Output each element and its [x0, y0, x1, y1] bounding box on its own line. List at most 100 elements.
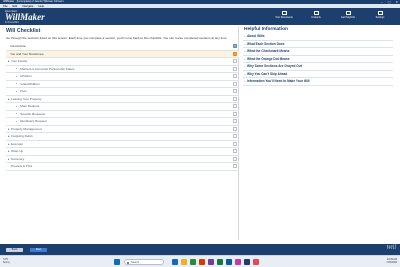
checklist-item-married-or-domestic-partnership-status[interactable]: Married or Domestic Partnership Status	[6, 66, 239, 73]
bullet-icon	[16, 105, 18, 107]
checklist-item-specific-requests[interactable]: Specific Requests	[6, 111, 239, 118]
checklist-label: Your Family	[11, 59, 28, 64]
taskbar-app-icon[interactable]	[172, 258, 178, 265]
help-item-information-you-ll-need-to-make-your-will[interactable]: › Information You'll Need to Make Your Wi…	[243, 78, 393, 86]
help-item-what-the-checkmark-means[interactable]: › What the Checkmark Means	[243, 48, 393, 56]
checklist-label: Pets	[20, 89, 27, 94]
checklist-item-grandchildren[interactable]: Grandchildren	[6, 81, 239, 88]
checklist-label: Leaving Your Property	[11, 96, 42, 101]
helpful-information-panel: Helpful Information › About Wills › What Ea…	[243, 27, 393, 127]
contacts-icon	[313, 11, 319, 15]
help-item-why-you-can-t-skip-ahead[interactable]: › Why You Can't Skip Ahead	[243, 71, 393, 78]
help-item-what-the-orange-dot-means[interactable]: › What the Orange Dot Means	[243, 56, 393, 63]
status-box-icon	[233, 134, 237, 139]
help-item-what-each-section-does[interactable]: › What Each Section Does	[243, 41, 393, 48]
taskbar-app-icon[interactable]	[235, 258, 241, 265]
help-item-why-some-sections-are-grayed-out[interactable]: › Why Some Sections Are Grayed Out	[243, 63, 393, 71]
help-item-about-wills[interactable]: › About Wills	[243, 33, 393, 41]
app-logo: Quicken WillMaker & Trust 2024	[5, 9, 55, 24]
contacts-button[interactable]: Contacts	[302, 10, 330, 22]
checklist-label: Grandchildren	[20, 81, 40, 86]
checklist-label: You and Your Residence	[10, 51, 44, 56]
checkmark-icon	[233, 44, 237, 49]
logo-line3: & Trust 2024	[5, 21, 19, 24]
status-box-icon	[233, 89, 237, 94]
taskbar-app-icon[interactable]	[208, 258, 214, 265]
next-button[interactable]: Next	[30, 247, 47, 252]
status-box-icon	[233, 81, 237, 86]
bullet-icon	[16, 120, 18, 122]
checklist-item-wrap-up[interactable]: ▸ Wrap Up	[6, 148, 239, 156]
bullet-icon	[16, 68, 18, 70]
taskbar-app-icon[interactable]	[244, 258, 250, 265]
checklist-item-executor[interactable]: ▸ Executor	[6, 141, 239, 148]
app-header: Quicken WillMaker & Trust 2024 Your Docu…	[0, 8, 400, 25]
side-title: Helpful Information	[244, 27, 288, 32]
footer-watermark: Will	[386, 245, 396, 251]
status-box-icon	[233, 111, 237, 116]
intro-text: Go through the sections listed on this s…	[6, 36, 228, 40]
help-item-label: About Wills	[247, 34, 265, 39]
checklist-label: Specific Requests	[20, 111, 46, 116]
taskbar-app-icon[interactable]	[226, 258, 232, 265]
status-box-icon	[233, 141, 237, 146]
system-tray-clock[interactable]: 10:29 AM 7/24/2024	[386, 258, 397, 265]
checklist-label: Executor	[11, 141, 24, 146]
help-item-label: What the Orange Dot Means	[247, 56, 290, 61]
checklist-item-residuary-request[interactable]: Residuary Request	[6, 118, 239, 126]
checklist-label: Summary	[11, 156, 25, 161]
checklist-label: Main Request	[20, 104, 40, 109]
will-checklist: Introduction You and Your Residence ▸ Your …	[6, 43, 239, 171]
checklist-item-forgiving-debts[interactable]: ▸ Forgiving Debts	[6, 133, 239, 141]
get-help-info-button[interactable]: Get Help/Info	[334, 10, 362, 22]
checklist-label: Forgiving Debts	[11, 134, 33, 139]
status-box-icon	[233, 59, 237, 64]
checklist-item-your-family[interactable]: ▸ Your Family	[6, 58, 239, 66]
logo-line2: WillMaker	[5, 12, 45, 22]
status-box-icon	[233, 74, 237, 79]
checklist-label: Wrap Up	[11, 149, 24, 154]
bullet-icon	[16, 75, 18, 77]
checklist-item-you-and-your-residence[interactable]: You and Your Residence	[6, 50, 239, 58]
your-documents-button[interactable]: Your Documents	[270, 10, 298, 22]
taskbar-app-icon[interactable]	[253, 258, 259, 265]
page-title: Will Checklist	[6, 28, 41, 34]
windows-taskbar: 72°F Sunny Search 10:29 AM 7/24/2024	[0, 255, 400, 267]
settings-button[interactable]: Settings	[366, 10, 394, 22]
help-item-label: Information You'll Need to Make Your Wil…	[247, 79, 310, 84]
checklist-label: Preview & Print	[11, 164, 33, 169]
status-box-icon	[233, 66, 237, 71]
taskbar-app-icon[interactable]	[199, 258, 205, 265]
checklist-label: Introduction	[10, 44, 27, 49]
taskbar-app-icon[interactable]	[181, 258, 187, 265]
header-button-label: Your Documents	[275, 16, 293, 19]
header-button-label: Settings	[375, 16, 385, 19]
status-box-icon	[233, 156, 237, 161]
folder-icon	[281, 11, 287, 15]
search-spacer	[123, 259, 169, 265]
taskbar-app-icon[interactable]	[190, 258, 196, 265]
checklist-item-property-management[interactable]: ▸ Property Management	[6, 126, 239, 133]
checklist-item-leaving-your-property[interactable]: ▸ Leaving Your Property	[6, 96, 239, 103]
taskbar-app-icon[interactable]	[217, 258, 223, 265]
checklist-label: Property Management	[11, 126, 42, 131]
back-button[interactable]: Back	[6, 247, 23, 252]
checklist-item-pets[interactable]: Pets	[6, 88, 239, 96]
orange-dot-icon	[233, 51, 237, 56]
windows-start-icon[interactable]	[114, 258, 120, 265]
status-box-icon	[233, 96, 237, 101]
checklist-item-main-request[interactable]: Main Request	[6, 103, 239, 111]
weather-widget[interactable]: 72°F Sunny	[3, 258, 10, 265]
status-box-icon	[233, 126, 237, 131]
bullet-icon	[16, 83, 18, 85]
checklist-item-summary[interactable]: ▸ Summary	[6, 156, 239, 163]
status-box-icon	[233, 119, 237, 124]
checklist-item-preview-print[interactable]: Preview & Print	[6, 163, 239, 171]
help-item-label: What the Checkmark Means	[247, 49, 290, 54]
checklist-label: Married or Domestic Partnership Status	[20, 66, 75, 71]
checklist-item-children[interactable]: Children	[6, 73, 239, 81]
checklist-label: Residuary Request	[20, 119, 47, 124]
checklist-item-introduction[interactable]: Introduction	[6, 43, 239, 51]
help-item-label: What Each Section Does	[247, 41, 285, 46]
clock-date: 7/24/2024	[386, 261, 397, 265]
